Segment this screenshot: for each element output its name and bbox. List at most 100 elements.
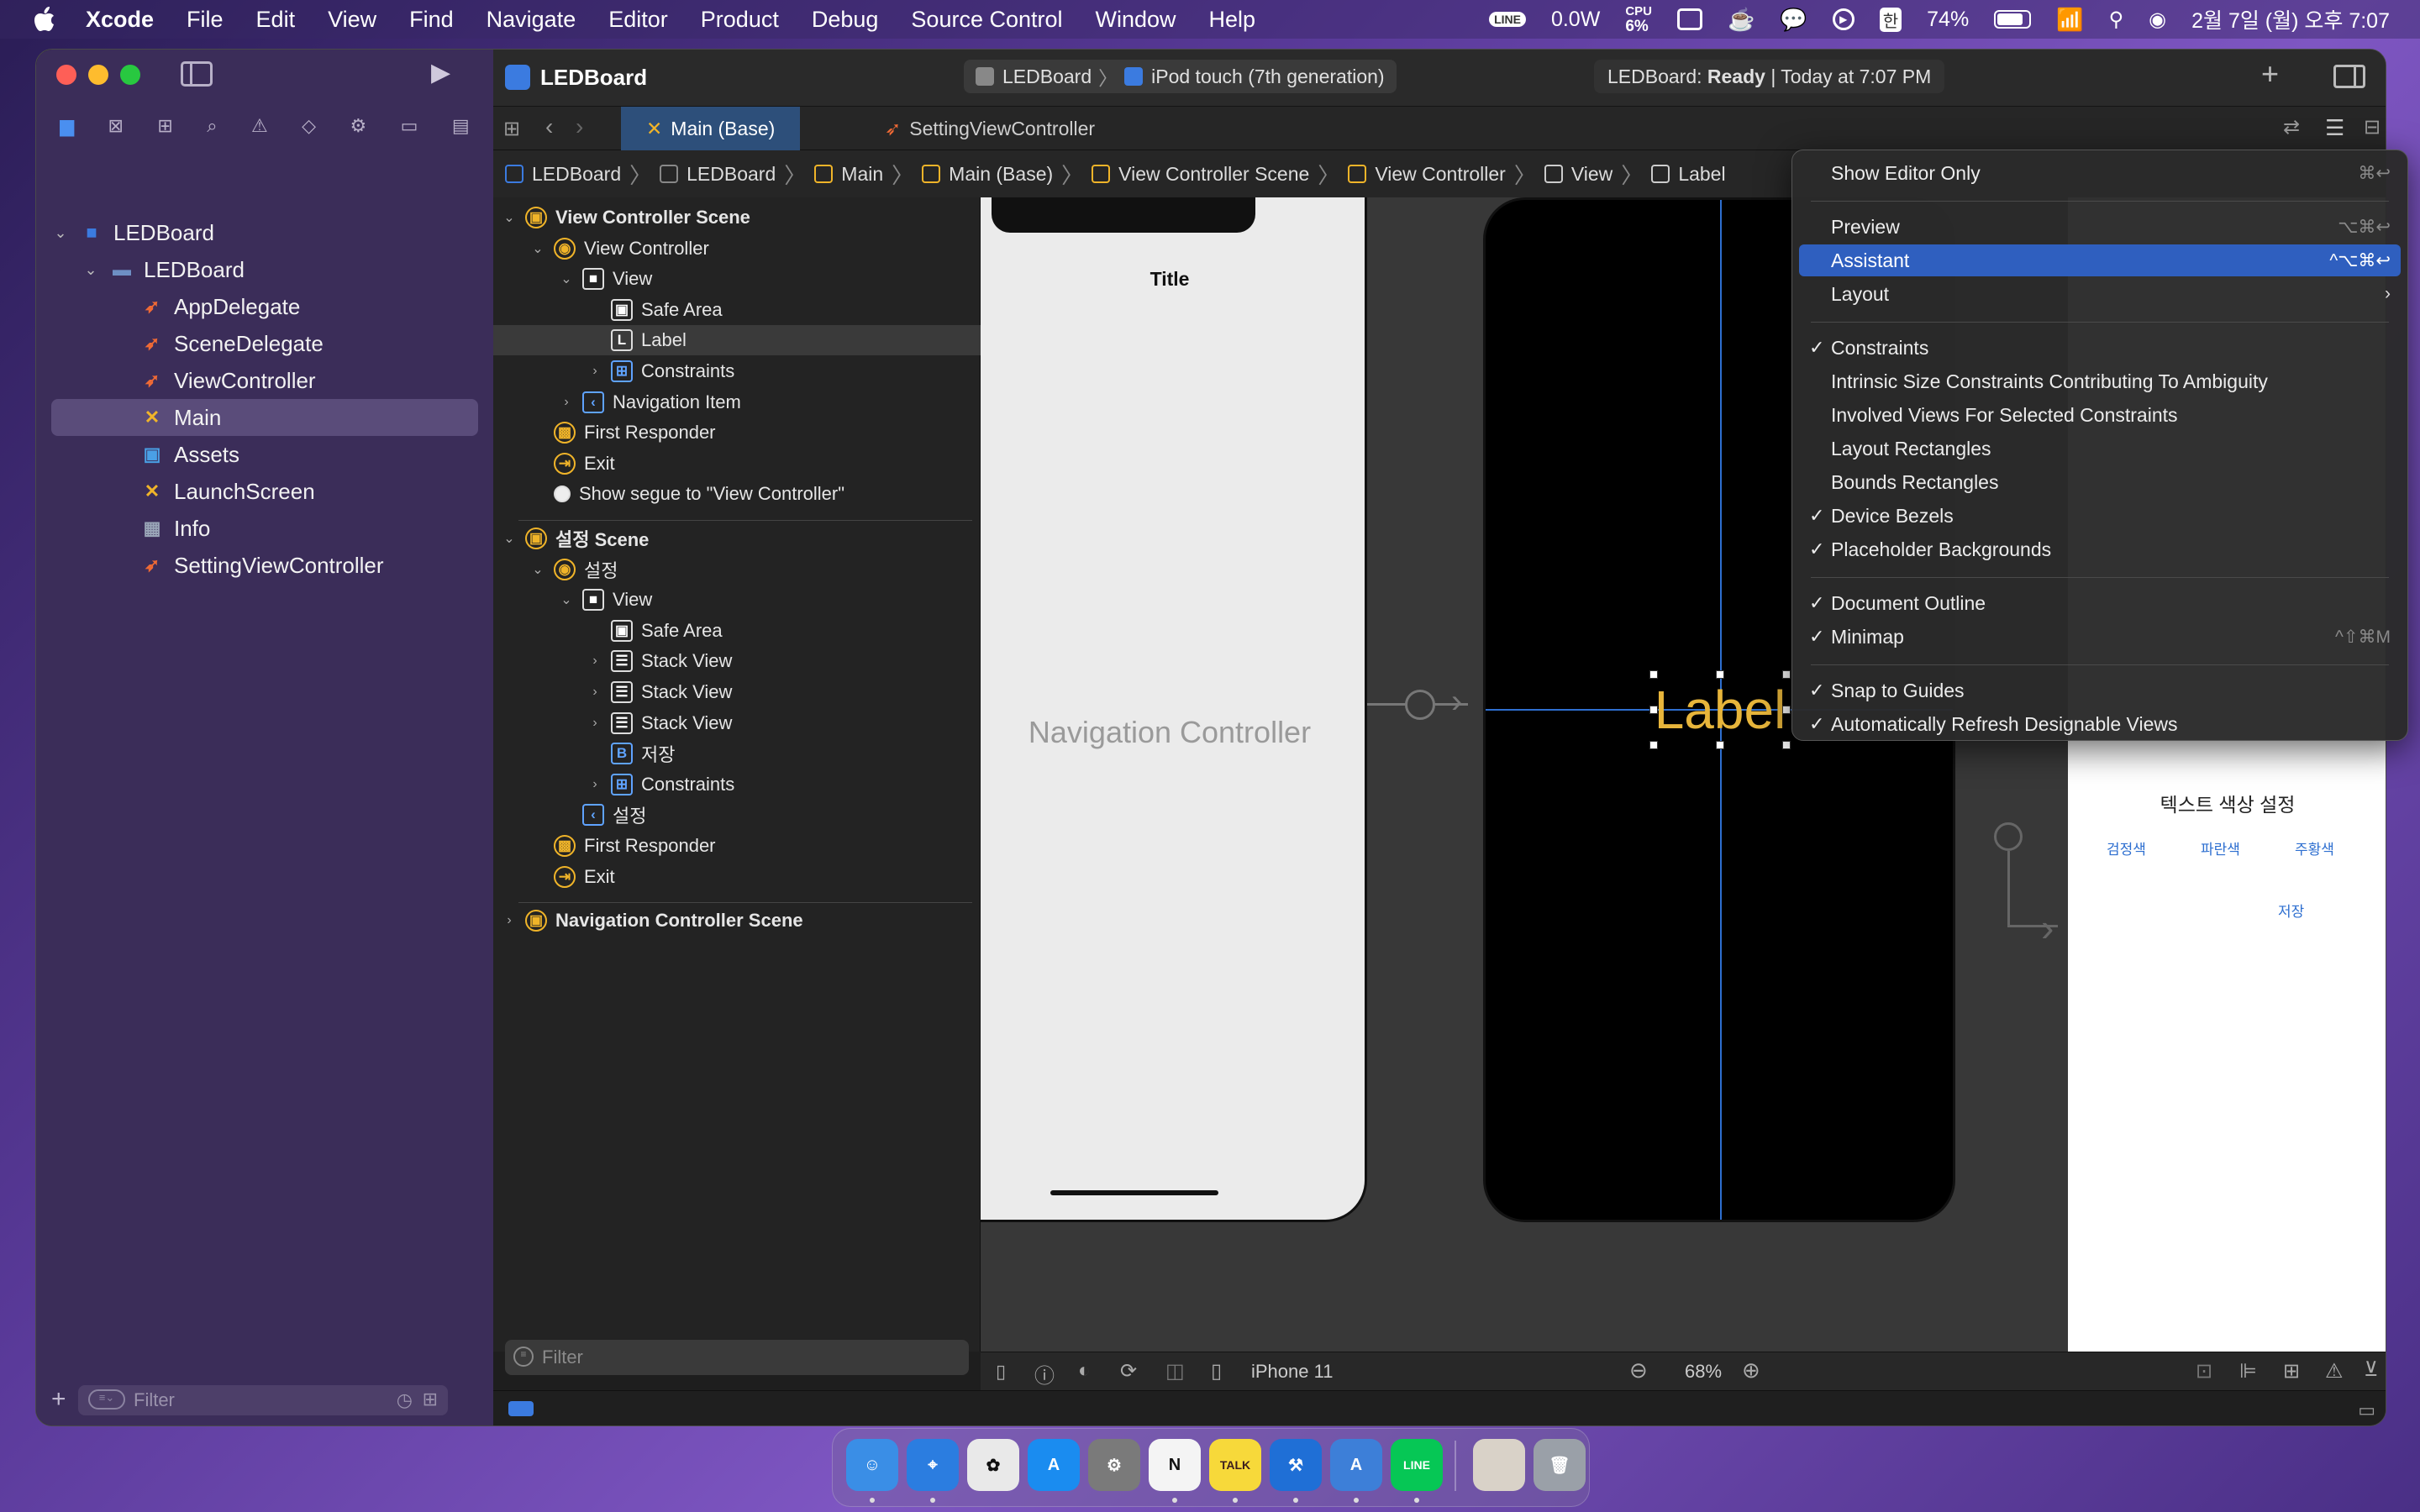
menu-item-layout-rectangles[interactable]: Layout Rectangles [1799,433,2401,465]
outline-row-설정[interactable]: ⌄ ◉ 설정 [493,554,618,585]
inspector-toggle-icon[interactable] [2333,65,2365,88]
outline-row-설정[interactable]: ‹ 설정 [493,800,646,830]
filter-options-icon[interactable]: ≡⌄ [88,1389,125,1410]
breadcrumb-item[interactable]: LEDBoard 〉 [505,159,660,190]
breadcrumb-item[interactable]: View 〉 [1544,159,1651,190]
resolve-issues-icon[interactable]: ⚠ [2325,1359,2344,1383]
minimize-window-button[interactable] [88,65,108,85]
navigator-filter-input[interactable]: ≡⌄ Filter ◷ ⊞ [78,1385,448,1415]
tab-setting-view-controller[interactable]: ➶ SettingViewController [860,107,1120,150]
zoom-in-icon[interactable]: ⊕ [1742,1357,1760,1383]
breadcrumb-item[interactable]: Main (Base) 〉 [922,159,1092,190]
wifi-icon[interactable]: 📶 [2056,7,2083,33]
menu-item-constraints[interactable]: ✓ Constraints [1799,332,2401,364]
nav-item-info[interactable]: ▦ Info [51,510,478,547]
line-status-icon[interactable]: LINE [1489,12,1526,27]
outline-row-constraints[interactable]: › ⊞ Constraints [493,356,734,386]
simulator-dock-icon[interactable]: A [1330,1439,1382,1491]
coffee-icon[interactable]: ☕ [1728,7,1754,33]
chat-bubble-icon[interactable]: 💬 [1780,7,1807,33]
outline-row-first-responder[interactable]: ▩ First Responder [493,831,716,861]
outline-row-view-controller-scene[interactable]: ⌄ ▣ View Controller Scene [493,202,750,233]
outline-row-view[interactable]: ⌄ ■ View [493,264,652,294]
debug-nav-icon[interactable]: ⚙ [350,115,367,137]
embed-in-icon[interactable]: ⊻ [2364,1357,2379,1382]
nav-item-scenedelegate[interactable]: ➶ SceneDelegate [51,325,478,362]
disclosure-icon[interactable]: › [586,364,604,379]
disclosure-icon[interactable]: ⌄ [557,591,576,608]
breadcrumb-item[interactable]: View Controller 〉 [1348,159,1544,190]
debug-area-toggle-icon[interactable]: ▭ [2358,1399,2375,1421]
line-dock-icon[interactable]: LINE [1391,1439,1443,1491]
device-phone-icon[interactable]: ▯ [1211,1359,1222,1383]
zoom-window-button[interactable] [120,65,140,85]
breadcrumb-item[interactable]: View Controller Scene 〉 [1092,159,1348,190]
related-items-icon[interactable]: ⊞ [503,117,520,141]
outline-row-constraints[interactable]: › ⊞ Constraints [493,769,734,800]
device-config-label[interactable]: iPhone 11 [1251,1361,1333,1383]
settings-segue-icon[interactable] [1994,822,2023,851]
notion-dock-icon[interactable]: N [1149,1439,1201,1491]
disclosure-icon[interactable]: ⌄ [500,530,518,547]
breakpoint-nav-icon[interactable]: ▭ [401,115,418,137]
black-color-button[interactable]: 검정색 [2107,837,2146,858]
menu-file[interactable]: File [187,7,224,33]
dash-icon[interactable] [1676,8,1702,30]
test-nav-icon[interactable]: ◇ [302,115,316,137]
safari-dock-icon[interactable]: ⌖ [907,1439,959,1491]
outline-row-label[interactable]: L Label [493,325,981,356]
control-center-icon[interactable]: ◉ [2149,8,2166,32]
accessibility-icon[interactable]: ⓘ [1034,1359,1055,1389]
nav-item-assets[interactable]: ▣ Assets [51,436,478,473]
menu-view[interactable]: View [328,7,376,33]
menu-find[interactable]: Find [409,7,454,33]
disclosure-icon[interactable]: › [586,777,604,792]
symbol-nav-icon[interactable]: ⊞ [157,115,172,137]
report-nav-icon[interactable]: ▤ [452,115,470,137]
xcode-dock-icon[interactable]: ⚒ [1270,1439,1322,1491]
scm-filter-icon[interactable]: ⊞ [423,1389,438,1410]
outline-row-exit[interactable]: ⇥ Exit [493,449,615,479]
menu-product[interactable]: Product [701,7,779,33]
outline-row-stack-view[interactable]: › ☰ Stack View [493,646,732,676]
power-readout[interactable]: 0.0W [1551,8,1600,32]
close-window-button[interactable] [56,65,76,85]
menu-item-bounds-rectangles[interactable]: Bounds Rectangles [1799,466,2401,498]
disclosure-icon[interactable]: › [557,395,576,410]
menu-navigate[interactable]: Navigate [487,7,576,33]
outline-toggle-icon[interactable]: ▯ [996,1361,1006,1383]
forward-button[interactable]: › [576,113,583,140]
menu-item-assistant[interactable]: Assistant ^⌥⌘↩ [1799,244,2401,276]
breadcrumb-item[interactable]: Main 〉 [814,159,922,190]
folder-nav-icon[interactable]: ▆ [60,115,74,137]
align-icon[interactable]: ⊫ [2239,1359,2257,1383]
split-editor-icon[interactable]: ⊟ [2364,115,2381,139]
tab-main-base[interactable]: ✕ Main (Base) [621,107,801,150]
outline-row-stack-view[interactable]: › ☰ Stack View [493,708,732,738]
apple-menu-icon[interactable] [34,7,55,32]
menu-item-snap-to-guides[interactable]: ✓ Snap to Guides [1799,675,2401,706]
clock-datetime[interactable]: 2월 7일 (월) 오후 7:07 [2191,4,2390,34]
outline-row-저장[interactable]: B 저장 [493,738,675,769]
find-nav-icon[interactable]: ⌕ [207,115,217,137]
menu-item-document-outline[interactable]: ✓ Document Outline [1799,587,2401,619]
menu-app-name[interactable]: Xcode [86,7,154,33]
nav-item-ledboard[interactable]: ⌄ ■ LEDBoard [51,214,478,251]
recent-files-icon[interactable]: ◷ [397,1389,413,1411]
menu-item-placeholder-backgrounds[interactable]: ✓ Placeholder Backgrounds [1799,533,2401,565]
back-button[interactable]: ‹ [545,113,553,140]
system-preferences-dock-icon[interactable]: ⚙ [1088,1439,1140,1491]
finder-dock-icon[interactable]: ☺ [846,1439,898,1491]
nav-item-viewcontroller[interactable]: ➶ ViewController [51,362,478,399]
menu-debug[interactable]: Debug [812,7,879,33]
sidebar-toggle-icon[interactable] [181,61,213,87]
add-constraints-icon[interactable]: ⊞ [2283,1359,2300,1383]
outline-row-safe-area[interactable]: ▣ Safe Area [493,616,723,646]
disclosure-icon[interactable]: › [586,654,604,669]
disclosure-icon[interactable]: › [500,913,518,928]
save-button[interactable]: 저장 [2278,900,2304,921]
outline-row-exit[interactable]: ⇥ Exit [493,862,615,892]
menu-item-layout[interactable]: Layout › [1799,278,2401,310]
outline-row-view-controller[interactable]: ⌄ ◉ View Controller [493,234,709,264]
segue-icon[interactable] [1405,690,1435,720]
